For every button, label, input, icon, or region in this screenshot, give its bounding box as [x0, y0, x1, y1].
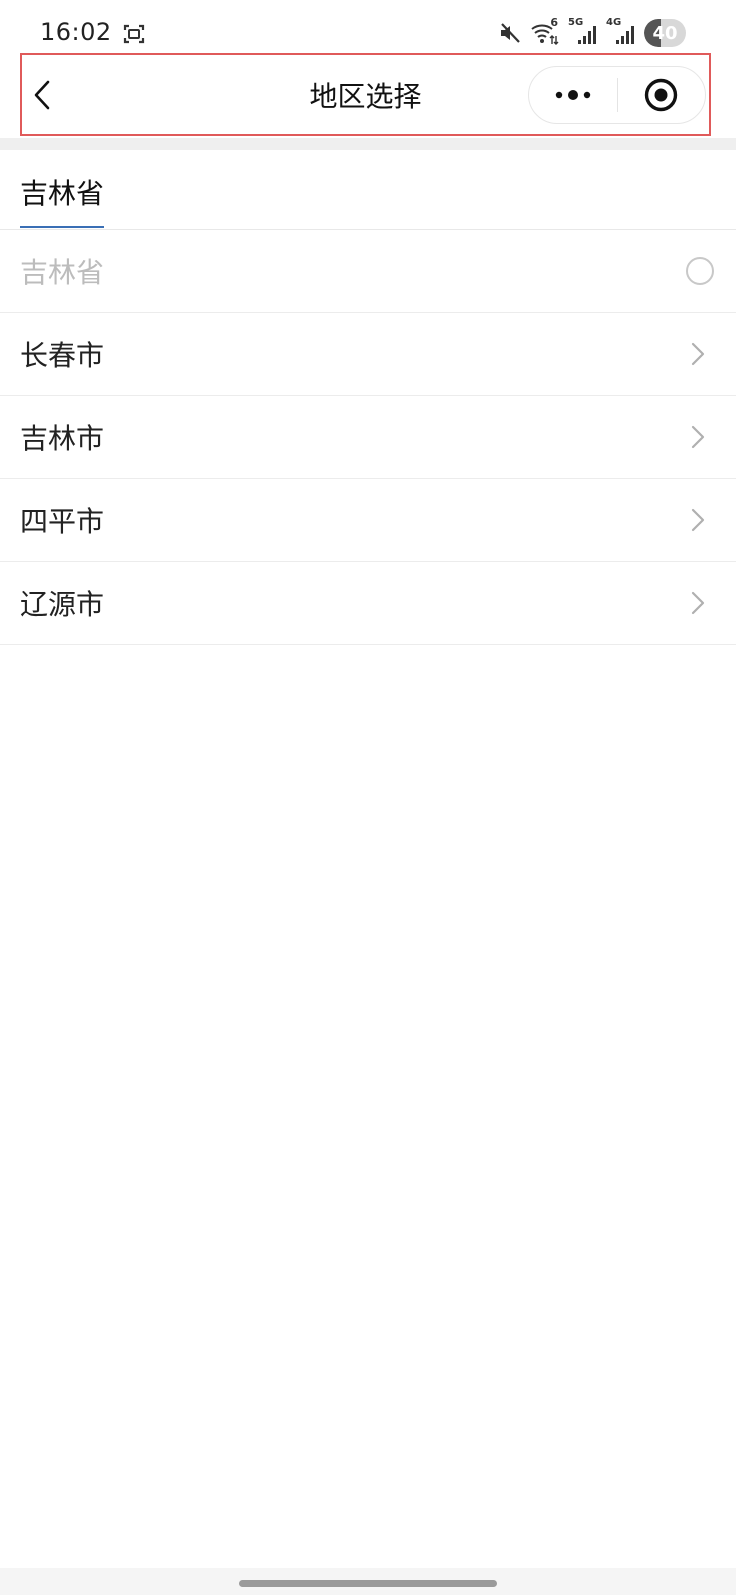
list-item-province-select[interactable]: 吉林省	[0, 230, 736, 313]
chevron-left-icon	[34, 80, 50, 109]
chevron-right-icon	[691, 342, 705, 366]
list-item-label: 四平市	[20, 505, 105, 538]
more-button[interactable]	[529, 67, 617, 123]
battery-icon: 40	[644, 19, 686, 47]
chevron-right-icon	[691, 508, 705, 532]
system-navigation-bar	[0, 1568, 736, 1595]
screenshot-indicator-icon	[123, 24, 145, 44]
list-item-jilin-city[interactable]: 吉林市	[0, 396, 736, 479]
list-item-label: 长春市	[20, 339, 105, 372]
5g-signal-icon: 5G	[568, 17, 598, 46]
battery-level: 40	[652, 22, 678, 44]
tab-province[interactable]: 吉林省	[20, 172, 105, 228]
nav-separator	[0, 138, 736, 150]
close-button[interactable]	[618, 67, 705, 123]
status-icons: 6 5G 4G 40	[498, 16, 686, 48]
list-item-label: 吉林省	[20, 256, 105, 289]
wifi-badge: 6	[550, 16, 558, 29]
more-dots-icon	[555, 90, 591, 100]
list-item-changchun[interactable]: 长春市	[0, 313, 736, 396]
list-item-siping[interactable]: 四平市	[0, 479, 736, 562]
target-close-icon	[645, 78, 678, 112]
home-indicator[interactable]	[239, 1580, 497, 1587]
region-list: 吉林省 长春市 吉林市 四平市 辽源市	[0, 230, 736, 645]
list-item-liaoyuan[interactable]: 辽源市	[0, 562, 736, 645]
region-tabs: 吉林省	[0, 150, 736, 230]
mute-icon	[501, 23, 520, 43]
chevron-right-icon	[691, 425, 705, 449]
4g-signal-icon: 4G	[606, 17, 636, 46]
radio-icon[interactable]	[686, 257, 714, 285]
list-item-label: 吉林市	[20, 422, 105, 455]
status-bar: 16:02 6 5G 4G 40	[0, 0, 736, 50]
mini-program-capsule	[528, 66, 706, 124]
back-button[interactable]	[22, 55, 62, 134]
navigation-bar: 地区选择	[20, 53, 711, 136]
status-time: 16:02	[40, 18, 112, 46]
chevron-right-icon	[691, 591, 705, 615]
wifi-icon: 6	[530, 16, 560, 46]
list-item-label: 辽源市	[20, 588, 105, 621]
